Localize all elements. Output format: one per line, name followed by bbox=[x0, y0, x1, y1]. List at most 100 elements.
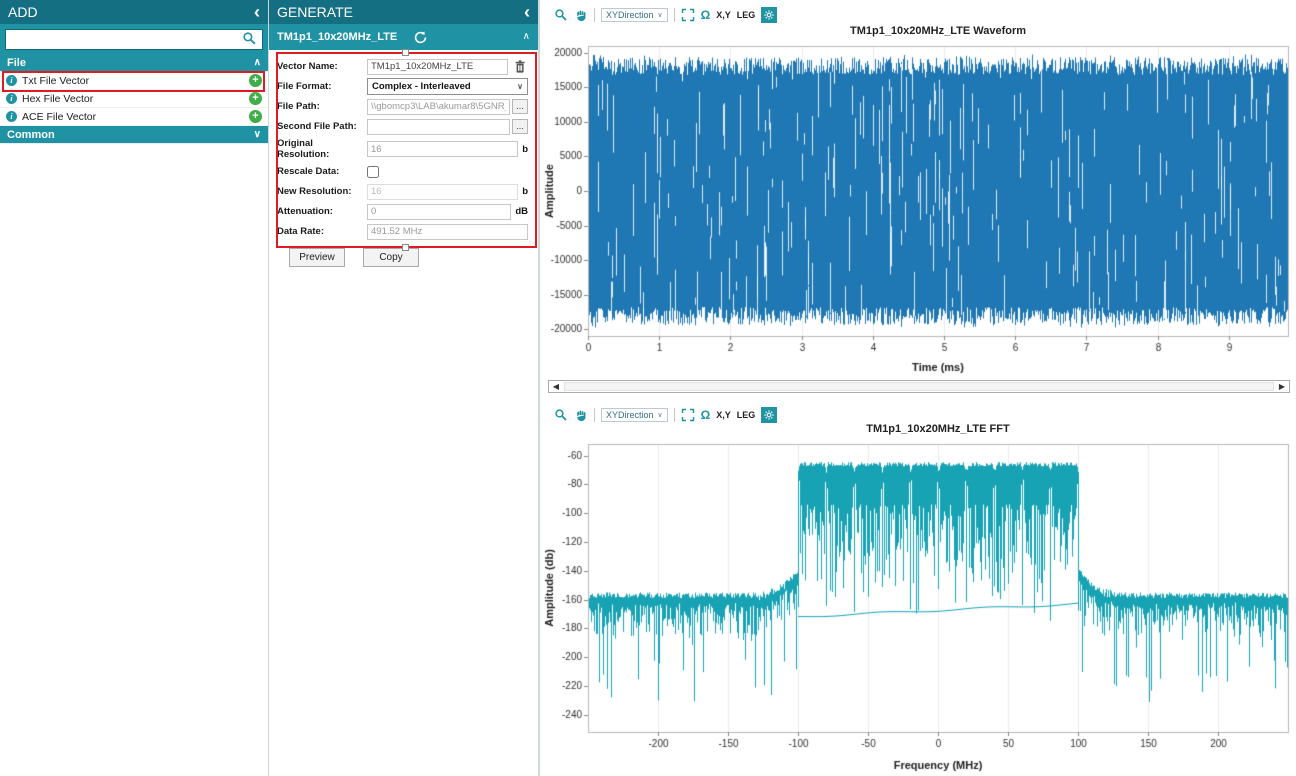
second-file-path-input[interactable] bbox=[367, 119, 510, 135]
toolbar-separator bbox=[674, 8, 675, 22]
scroll-right-icon[interactable]: ▶ bbox=[1275, 381, 1289, 392]
field-label: File Format: bbox=[277, 81, 367, 92]
fit-to-screen-icon[interactable] bbox=[681, 8, 695, 22]
field-label: Attenuation: bbox=[277, 206, 367, 217]
zoom-icon[interactable] bbox=[554, 8, 568, 22]
generate-form: Vector Name: File Format: Complex - Inte… bbox=[269, 50, 538, 267]
section-label: Common bbox=[7, 129, 55, 141]
dropdown-arrow-icon: ∨ bbox=[658, 11, 663, 19]
add-item-icon[interactable]: + bbox=[249, 110, 262, 123]
vector-name-input[interactable] bbox=[367, 59, 508, 75]
data-rate-input bbox=[367, 224, 528, 240]
field-original-resolution: Original Resolution: b bbox=[277, 138, 528, 160]
generate-panel-title: GENERATE bbox=[277, 4, 353, 20]
info-icon[interactable]: i bbox=[6, 75, 17, 86]
fft-chart-canvas[interactable] bbox=[542, 438, 1296, 774]
form-buttons: Preview Copy bbox=[289, 248, 528, 267]
xy-labels-toggle[interactable]: X,Y bbox=[716, 10, 731, 20]
section-header-file[interactable]: File ∧ bbox=[0, 54, 268, 72]
file-format-select[interactable]: Complex - Interleaved ∨ bbox=[367, 78, 528, 95]
fft-toolbar: XYDirection ∨ Ω X,Y LEG bbox=[554, 406, 777, 424]
sidebar-item-hex-file-vector[interactable]: i Hex File Vector + bbox=[0, 90, 268, 108]
field-label: Vector Name: bbox=[277, 61, 367, 72]
add-item-icon[interactable]: + bbox=[249, 92, 262, 105]
search-icon[interactable] bbox=[242, 31, 257, 51]
item-label: Txt File Vector bbox=[22, 75, 89, 87]
add-panel-title: ADD bbox=[8, 4, 38, 20]
settings-button[interactable] bbox=[761, 407, 777, 423]
field-file-format: File Format: Complex - Interleaved ∨ bbox=[277, 78, 528, 95]
fit-to-screen-icon[interactable] bbox=[681, 408, 695, 422]
xy-direction-label: XYDirection bbox=[606, 10, 654, 20]
legend-toggle[interactable]: LEG bbox=[737, 410, 756, 420]
info-icon[interactable]: i bbox=[6, 111, 17, 122]
sidebar-item-ace-file-vector[interactable]: i ACE File Vector + bbox=[0, 108, 268, 126]
field-second-file-path: Second File Path: ... bbox=[277, 118, 528, 135]
rescale-data-checkbox[interactable] bbox=[367, 166, 379, 178]
dropdown-arrow-icon: ∨ bbox=[517, 82, 523, 91]
omega-icon[interactable]: Ω bbox=[701, 8, 711, 22]
collapse-panel-icon[interactable]: ‹ bbox=[524, 3, 530, 21]
waveform-chart-canvas[interactable] bbox=[542, 40, 1296, 376]
section-header-common[interactable]: Common ∨ bbox=[0, 126, 268, 144]
item-label: ACE File Vector bbox=[22, 111, 96, 123]
add-panel-header: ADD ‹ bbox=[0, 0, 268, 24]
dropdown-arrow-icon: ∨ bbox=[658, 411, 663, 419]
info-icon[interactable]: i bbox=[6, 93, 17, 104]
unit-label: b bbox=[522, 144, 528, 155]
item-label: Hex File Vector bbox=[22, 93, 93, 105]
field-label: Rescale Data: bbox=[277, 166, 367, 177]
unit-label: dB bbox=[515, 206, 528, 217]
xy-labels-toggle[interactable]: X,Y bbox=[716, 410, 731, 420]
field-label: New Resolution: bbox=[277, 186, 367, 197]
collapse-panel-icon[interactable]: ‹ bbox=[254, 3, 260, 21]
settings-button[interactable] bbox=[761, 7, 777, 23]
scroll-left-icon[interactable]: ◀ bbox=[549, 381, 563, 392]
chevron-up-icon: ∧ bbox=[254, 58, 261, 68]
field-data-rate: Data Rate: bbox=[277, 223, 528, 240]
xy-direction-dropdown[interactable]: XYDirection ∨ bbox=[601, 8, 668, 22]
original-resolution-input[interactable] bbox=[367, 141, 518, 157]
field-vector-name: Vector Name: bbox=[277, 58, 528, 75]
vector-header[interactable]: TM1p1_10x20MHz_LTE ∧ bbox=[269, 24, 538, 50]
add-search-input[interactable] bbox=[5, 29, 263, 50]
xy-direction-label: XYDirection bbox=[606, 410, 654, 420]
unit-label: b bbox=[522, 186, 528, 197]
scrollbar-track[interactable] bbox=[564, 382, 1274, 391]
charts-pane: XYDirection ∨ Ω X,Y LEG TM1p1_10x20MHz_L… bbox=[542, 0, 1296, 776]
toolbar-separator bbox=[674, 408, 675, 422]
refresh-icon[interactable] bbox=[413, 30, 428, 45]
horizontal-scrollbar[interactable]: ◀ ▶ bbox=[548, 380, 1290, 393]
xy-direction-dropdown[interactable]: XYDirection ∨ bbox=[601, 408, 668, 422]
generate-panel: GENERATE ‹ TM1p1_10x20MHz_LTE ∧ Vector N… bbox=[269, 0, 540, 776]
attenuation-input[interactable] bbox=[367, 204, 511, 220]
new-resolution-input bbox=[367, 184, 518, 200]
browse-file-button[interactable]: ... bbox=[512, 99, 528, 114]
gear-icon bbox=[763, 9, 775, 21]
field-attenuation: Attenuation: dB bbox=[277, 203, 528, 220]
file-path-input[interactable] bbox=[367, 99, 510, 115]
file-format-value: Complex - Interleaved bbox=[372, 81, 471, 92]
pan-hand-icon[interactable] bbox=[574, 408, 588, 422]
preview-button[interactable]: Preview bbox=[289, 248, 345, 267]
browse-second-file-button[interactable]: ... bbox=[512, 119, 528, 134]
waveform-toolbar: XYDirection ∨ Ω X,Y LEG bbox=[554, 6, 777, 24]
collapse-section-icon[interactable]: ∧ bbox=[523, 32, 530, 42]
field-new-resolution: New Resolution: b bbox=[277, 183, 528, 200]
field-label: Second File Path: bbox=[277, 121, 367, 132]
zoom-icon[interactable] bbox=[554, 408, 568, 422]
generate-panel-header: GENERATE ‹ bbox=[269, 0, 538, 24]
field-label: File Path: bbox=[277, 101, 367, 112]
sidebar-item-txt-file-vector[interactable]: i Txt File Vector + bbox=[0, 72, 268, 90]
add-search-strip bbox=[0, 24, 268, 54]
gear-icon bbox=[763, 409, 775, 421]
copy-button[interactable]: Copy bbox=[363, 248, 419, 267]
field-rescale-data: Rescale Data: bbox=[277, 163, 528, 180]
chevron-down-icon: ∨ bbox=[254, 130, 261, 140]
omega-icon[interactable]: Ω bbox=[701, 408, 711, 422]
legend-toggle[interactable]: LEG bbox=[737, 10, 756, 20]
field-label: Data Rate: bbox=[277, 226, 367, 237]
add-item-icon[interactable]: + bbox=[249, 74, 262, 87]
delete-icon[interactable] bbox=[512, 59, 528, 75]
pan-hand-icon[interactable] bbox=[574, 8, 588, 22]
